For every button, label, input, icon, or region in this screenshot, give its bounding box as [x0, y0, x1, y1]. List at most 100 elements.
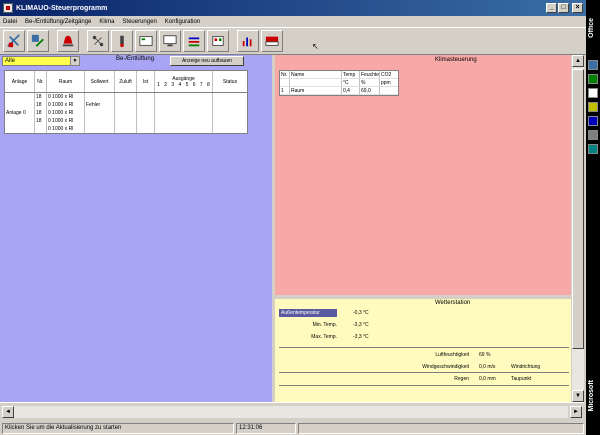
exit-button[interactable]: [261, 30, 283, 52]
sub-col-7: 7: [199, 81, 203, 88]
hscroll-track[interactable]: [8, 406, 568, 418]
menu-steuerungen[interactable]: Steuerungen: [122, 19, 156, 25]
plant-filter-select[interactable]: Alle ▼: [2, 56, 80, 66]
binder-icon[interactable]: [588, 130, 598, 140]
status-extra: [298, 423, 584, 434]
dew-point-label: Taupunkt: [511, 376, 532, 382]
humidity-label: Luftfeuchtigkeit: [435, 352, 469, 358]
alarm-button[interactable]: [57, 30, 79, 52]
excel-icon[interactable]: [588, 74, 598, 84]
controller-icon: [139, 36, 153, 46]
unit-cell: ppm: [381, 80, 391, 86]
outdoor-temp-label[interactable]: Außentemperatur: [279, 309, 337, 317]
menu-klima[interactable]: Klima: [99, 19, 114, 25]
chevron-down-icon[interactable]: ▼: [70, 57, 79, 65]
ventilation-icon: [7, 34, 20, 48]
plant-filter-value: Alle: [5, 58, 16, 64]
powerpoint-icon[interactable]: [588, 102, 598, 112]
scroll-thumb[interactable]: [572, 69, 584, 349]
display-button[interactable]: [159, 30, 181, 52]
table-row-nr: 18: [36, 102, 42, 108]
climate-col-humidity[interactable]: Feuchte: [360, 71, 380, 78]
climate-col-name[interactable]: Name: [290, 71, 342, 78]
table-row-raum[interactable]: 0 1000 x Rl: [47, 101, 84, 109]
wind-direction-label: Windrichtung: [511, 364, 541, 370]
table-row-soll: [85, 109, 114, 117]
bar-chart-button[interactable]: [183, 30, 205, 52]
ventilation-button[interactable]: [3, 30, 25, 52]
close-button[interactable]: ×: [572, 3, 583, 13]
minimize-button[interactable]: _: [546, 3, 557, 13]
schedule-button[interactable]: [207, 30, 229, 52]
table-row-nr: 18: [36, 118, 42, 124]
col-ist[interactable]: Ist: [137, 71, 155, 92]
network-button[interactable]: [87, 30, 109, 52]
scroll-right-button[interactable]: ►: [570, 406, 582, 418]
table-row-raum[interactable]: 0 1000 x Rl: [47, 117, 84, 125]
mouse-cursor-icon: ↖: [312, 42, 319, 51]
unit-cell: [280, 79, 290, 86]
table-row-raum[interactable]: 0 1000 x Rl: [47, 109, 84, 117]
ventilation-config-button[interactable]: [27, 30, 49, 52]
ventilation-grid: Anlage Nr. Raum Sollwert Zuluft Ist Ausg…: [4, 70, 248, 134]
report-icon: [242, 37, 252, 47]
reload-button[interactable]: Anzeige neu aufbauen: [170, 56, 244, 66]
title-bar: KLIMAUO-Steuerprogramm _ □ ×: [0, 0, 586, 16]
col-anlage[interactable]: Anlage: [5, 71, 35, 92]
col-ausgaenge[interactable]: Ausgänge 1 2 3 4 5 6 7 8: [155, 71, 213, 92]
scroll-left-button[interactable]: ◄: [2, 406, 14, 418]
weather-pane: Wetterstation Außentemperatur -0,3 °C Mi…: [275, 297, 571, 402]
sensor-button[interactable]: [111, 30, 133, 52]
outlook-icon[interactable]: [588, 88, 598, 98]
climate-col-temp[interactable]: Temp: [342, 71, 360, 78]
rain-label: Regen: [454, 376, 469, 382]
scroll-up-button[interactable]: ▲: [572, 55, 584, 67]
table-row-nr: 18: [36, 94, 42, 100]
table-row-soll: [85, 93, 114, 101]
climate-row-co2: [380, 87, 398, 94]
sub-col-6: 6: [192, 81, 196, 88]
menu-lueftung[interactable]: Be-/Entlüftung/Zeitgänge: [25, 19, 91, 25]
max-temp-label: Max. Temp.: [311, 334, 337, 340]
app-icon[interactable]: [3, 3, 13, 13]
sub-col-4: 4: [178, 81, 182, 88]
menu-datei[interactable]: Datei: [3, 19, 17, 25]
table-row-soll: [85, 125, 114, 133]
col-nr[interactable]: Nr.: [35, 71, 47, 92]
climate-row-temp: 0,4: [342, 87, 360, 94]
table-row-raum[interactable]: 0 1000 x Rl: [47, 93, 84, 101]
ventilation-pane: Alle ▼ Be-/Entlüftung Anzeige neu aufbau…: [0, 55, 272, 402]
climate-row-nr: 1: [280, 87, 290, 94]
display-icon: [163, 35, 177, 47]
microsoft-label: Microsoft: [588, 380, 595, 412]
col-status[interactable]: Status: [213, 71, 247, 92]
min-temp-value: -3,3 °C: [353, 322, 369, 328]
sub-col-3: 3: [171, 81, 175, 88]
table-row-soll: Fehler: [86, 102, 101, 108]
menu-bar: Datei Be-/Entlüftung/Zeitgänge Klima Ste…: [0, 16, 586, 27]
col-zuluft[interactable]: Zuluft: [115, 71, 137, 92]
vertical-scrollbar[interactable]: ▲ ▼: [572, 55, 584, 402]
table-row[interactable]: 1 Raum 0,4 69,0: [280, 87, 398, 95]
climate-col-co2[interactable]: CO2: [380, 71, 398, 78]
controller-button[interactable]: [135, 30, 157, 52]
climate-col-nr[interactable]: Nr.: [280, 71, 290, 78]
divider: [279, 347, 569, 348]
schedule-icon: [212, 36, 224, 46]
menu-konfiguration[interactable]: Konfiguration: [165, 19, 200, 25]
col-sollwert[interactable]: Sollwert: [85, 71, 115, 92]
word-icon[interactable]: [588, 60, 598, 70]
access-icon[interactable]: [588, 116, 598, 126]
scroll-down-button[interactable]: ▼: [572, 390, 584, 402]
sub-col-8: 8: [207, 81, 210, 88]
rain-value: 0,0 mm: [479, 376, 496, 382]
shortcut-icon[interactable]: [588, 144, 598, 154]
table-row-raum[interactable]: 0 1000 x Rl: [47, 125, 84, 133]
horizontal-scrollbar[interactable]: ◄ ►: [0, 402, 584, 422]
unit-cell: °C: [342, 79, 360, 86]
maximize-button[interactable]: □: [558, 3, 569, 13]
weather-caption: Wetterstation: [435, 300, 471, 306]
col-raum[interactable]: Raum: [47, 71, 85, 92]
report-button[interactable]: [237, 30, 259, 52]
climate-pane: Klimasteuerung Nr. Name Temp Feuchte CO2…: [275, 55, 571, 295]
